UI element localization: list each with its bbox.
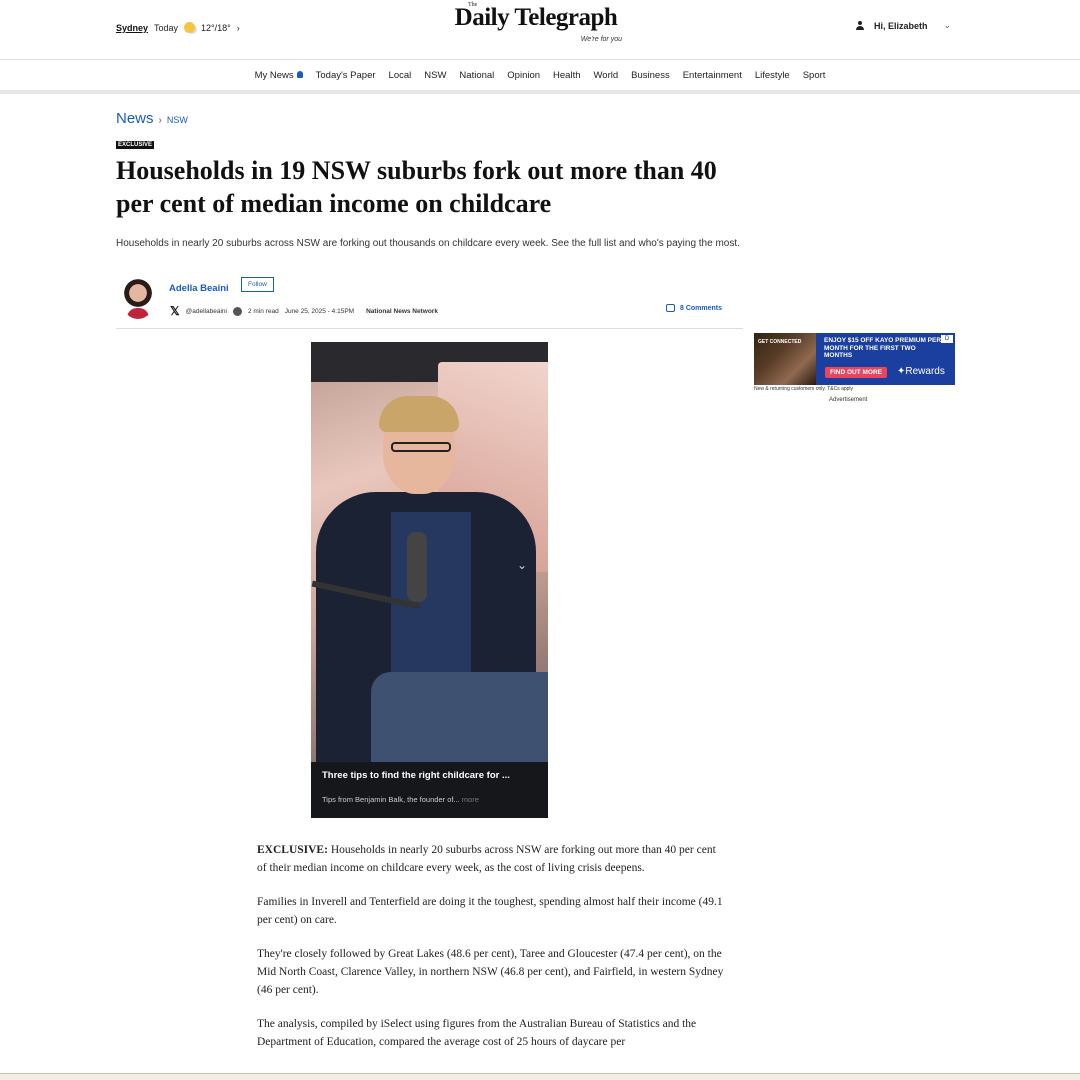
- nav-item-entertainment[interactable]: Entertainment: [683, 70, 742, 81]
- ad-rewards: ✦Rewards: [897, 366, 945, 377]
- location-weather[interactable]: Sydney Today 12°/18° ›: [116, 22, 240, 33]
- breadcrumb-news[interactable]: News: [116, 110, 154, 127]
- user-icon: [856, 21, 864, 30]
- comment-icon: [666, 304, 675, 312]
- nav-item-todays-paper[interactable]: Today's Paper: [316, 70, 376, 81]
- site-logo[interactable]: The Daily Telegraph We're for you: [446, 2, 626, 43]
- ad-image: GET CONNECTED: [754, 333, 816, 385]
- article-meta: 𝕏 @adellabeaini 2 min read June 25, 2025…: [170, 304, 438, 318]
- ad-disclaimer: New & returning customers only. T&Cs app…: [754, 386, 854, 392]
- chevron-right-icon: ›: [158, 115, 162, 126]
- nav-item-opinion[interactable]: Opinion: [507, 70, 540, 81]
- bottom-bar: [0, 1073, 1080, 1080]
- video-player[interactable]: ⌄ Three tips to find the right childcare…: [311, 342, 548, 818]
- article-standfirst: Households in nearly 20 suburbs across N…: [116, 238, 740, 249]
- ad-headline: ENJOY $15 OFF KAYO PREMIUM PER MONTH FOR…: [824, 337, 942, 359]
- paragraph: EXCLUSIVE: Households in nearly 20 subur…: [257, 841, 727, 877]
- logo-the: The: [468, 2, 478, 8]
- read-time: 2 min read: [247, 307, 279, 315]
- news-network: National News Network: [366, 307, 438, 315]
- clock-icon: [232, 306, 242, 316]
- nav-item-lifestyle[interactable]: Lifestyle: [755, 70, 790, 81]
- chevron-down-icon[interactable]: ⌄: [944, 20, 952, 31]
- city-link[interactable]: Sydney: [116, 23, 148, 33]
- breadcrumb: News › NSW: [116, 110, 188, 127]
- author-avatar[interactable]: [121, 279, 155, 319]
- logo-tagline: We're for you: [580, 36, 622, 43]
- nav-item-national[interactable]: National: [459, 70, 494, 81]
- ad-image-text: GET CONNECTED: [758, 339, 802, 345]
- comments-link[interactable]: 8 Comments: [666, 304, 722, 312]
- nav-item-health[interactable]: Health: [553, 70, 580, 81]
- breadcrumb-nsw[interactable]: NSW: [167, 115, 188, 125]
- video-subtitle-text: Tips from Benjamin Balk, the founder of.…: [322, 795, 460, 804]
- temperature: 12°/18°: [201, 22, 231, 33]
- video-caption: Three tips to find the right childcare f…: [311, 762, 548, 818]
- exclusive-lead: EXCLUSIVE:: [257, 844, 328, 856]
- exclusive-badge: EXCLUSIVE: [116, 141, 155, 149]
- follow-button[interactable]: Follow: [241, 277, 274, 292]
- paragraph: The analysis, compiled by iSelect using …: [257, 1018, 697, 1048]
- bell-icon: [296, 70, 303, 78]
- divider: [116, 328, 743, 329]
- site-header: Sydney Today 12°/18° › The Daily Telegra…: [0, 0, 1080, 60]
- x-twitter-icon[interactable]: 𝕏: [170, 304, 180, 318]
- comments-count: 8 Comments: [680, 304, 723, 312]
- weather-sun-icon: [184, 22, 196, 33]
- author-handle[interactable]: @adellabeaini: [186, 308, 227, 315]
- article-body: EXCLUSIVE: Households in nearly 20 subur…: [257, 841, 727, 1067]
- logo-name: Daily Telegraph: [454, 4, 618, 31]
- nav-item-business[interactable]: Business: [631, 70, 670, 81]
- chevron-down-icon[interactable]: ⌄: [517, 558, 527, 572]
- article-headline: Households in 19 NSW suburbs fork out mo…: [116, 156, 717, 218]
- video-more-link[interactable]: more: [462, 795, 479, 804]
- video-title[interactable]: Three tips to find the right childcare f…: [322, 770, 537, 781]
- ad-rewards-label: Rewards: [905, 366, 945, 377]
- user-greeting[interactable]: Hi, Elizabeth: [874, 21, 928, 31]
- ad-cta-button[interactable]: FIND OUT MORE: [825, 367, 887, 378]
- publish-date: June 25, 2025 - 4:15PM: [284, 307, 355, 315]
- ad-choices-icon[interactable]: D: [941, 335, 953, 343]
- author-name[interactable]: Adella Beaini: [169, 283, 229, 294]
- nav-item-world[interactable]: World: [594, 70, 619, 81]
- nav-label: My News: [254, 69, 294, 81]
- paragraph: They're closely followed by Great Lakes …: [257, 948, 724, 996]
- main-nav: My News Today's Paper Local NSW National…: [0, 60, 1080, 94]
- user-menu[interactable]: Hi, Elizabeth ⌄: [856, 20, 951, 31]
- nav-item-nsw[interactable]: NSW: [424, 70, 446, 81]
- nav-item-local[interactable]: Local: [389, 70, 412, 81]
- today-label: Today: [154, 22, 179, 33]
- nav-item-sport[interactable]: Sport: [803, 70, 826, 81]
- nav-item-my-news[interactable]: My News: [255, 70, 303, 81]
- chevron-right-icon[interactable]: ›: [237, 23, 240, 33]
- video-thumbnail: ⌄: [311, 342, 548, 762]
- paragraph: Families in Inverell and Tenterfield are…: [257, 896, 723, 926]
- ad-label: Advertisement: [829, 397, 868, 403]
- ad-banner[interactable]: GET CONNECTED ENJOY $15 OFF KAYO PREMIUM…: [754, 333, 955, 385]
- video-subtitle: Tips from Benjamin Balk, the founder of.…: [322, 795, 537, 804]
